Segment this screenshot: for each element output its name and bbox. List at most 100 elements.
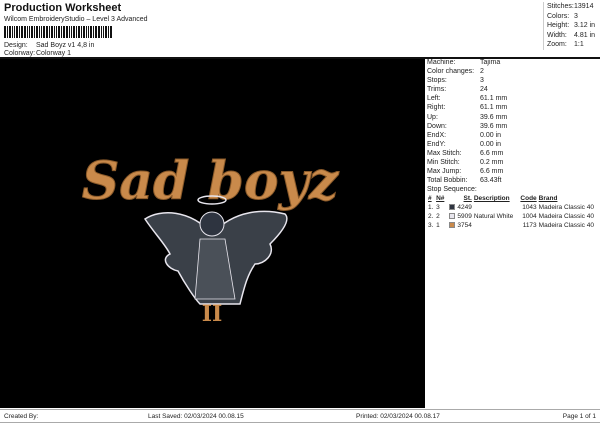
barcode-bar: [66, 26, 68, 38]
barcode-bar: [36, 26, 38, 38]
printed-date: Printed: 02/03/2024 00.08.17: [356, 413, 440, 420]
machine-row: EndY: 0.00 in: [427, 140, 600, 149]
thread-code: 1004: [522, 213, 537, 221]
angel-graphic: [143, 195, 288, 305]
machine-value: 0.00 in: [480, 140, 502, 148]
barcode-bar: [98, 26, 100, 38]
machine-row: Stops: 3: [427, 76, 600, 85]
barcode-bar: [24, 26, 26, 38]
column-header: Description: [473, 195, 510, 203]
barcode-bar: [86, 26, 87, 38]
machine-value: 6.6 mm: [480, 168, 504, 176]
machine-value: 2: [480, 68, 484, 76]
machine-row: Machine: Tajima: [427, 58, 600, 67]
barcode-bar: [58, 26, 60, 38]
barcode-bar: [39, 26, 40, 38]
stat-label: Height:: [547, 22, 570, 29]
stitch-count: 3754: [457, 222, 472, 230]
barcode-bar: [34, 26, 35, 38]
stat-value: 3.12 in: [574, 22, 596, 29]
stat-row: Stitches: 13914: [544, 2, 600, 12]
color-swatch: [449, 204, 456, 211]
machine-label: Machine:: [427, 59, 456, 66]
design-preview: Sad boyz II: [0, 59, 425, 408]
stat-label: Colors:: [547, 12, 570, 20]
machine-value: 39.6 mm: [480, 113, 508, 121]
machine-info-panel: Machine: Tajima Color changes: 2 Stops: 3 Trim…: [427, 58, 600, 230]
machine-value: 3: [480, 77, 484, 85]
barcode-bar: [9, 26, 11, 38]
machine-label: EndX:: [427, 131, 447, 139]
footer: Created By: Last Saved: 02/03/2024 00.08…: [0, 409, 600, 423]
barcode-bar: [105, 26, 107, 38]
machine-row: EndX: 0.00 in: [427, 131, 600, 140]
machine-value: 63.43ft: [480, 177, 502, 185]
design-value: Sad Boyz v1 4,8 in: [36, 42, 95, 49]
colorway-label: Colorway:: [4, 50, 36, 57]
design-text-ii: II: [202, 301, 223, 327]
last-saved: Last Saved: 02/03/2024 00.08.15: [148, 413, 244, 420]
machine-row: Right: 61.1 mm: [427, 103, 600, 112]
machine-value: 61.1 mm: [480, 104, 508, 112]
column-header: Brand: [538, 195, 558, 203]
design-label: Design:: [4, 42, 28, 49]
stat-value: 13914: [574, 3, 594, 10]
machine-label: Color changes:: [427, 68, 475, 76]
colorway-value: Colorway 1: [36, 50, 72, 57]
machine-value: 0.00 in: [480, 131, 502, 139]
column-header: St.: [463, 195, 472, 203]
stat-row: Width: 4.81 in: [544, 31, 600, 41]
software-name: Wilcom EmbroideryStudio – Level 3 Advanc…: [4, 16, 148, 23]
machine-row: Color changes: 2: [427, 67, 600, 76]
barcode-bar: [69, 26, 70, 38]
column-header: #: [428, 195, 432, 203]
stop-sequence-label: Stop Sequence:: [427, 186, 477, 194]
description: [473, 221, 518, 230]
barcode-bar: [76, 26, 77, 38]
machine-value: 6.6 mm: [480, 149, 504, 157]
machine-row: Max Stitch: 6.6 mm: [427, 149, 600, 158]
barcode-bar: [14, 26, 15, 38]
barcode-bar: [46, 26, 48, 38]
machine-row: Down: 39.6 mm: [427, 122, 600, 131]
machine-row: Trims: 24: [427, 85, 600, 94]
barcode-bar: [49, 26, 50, 38]
stat-label: Stitches:: [547, 3, 574, 10]
row-index: 3.: [428, 222, 434, 230]
description: [473, 203, 518, 212]
machine-label: Total Bobbin:: [427, 177, 468, 185]
stat-row: Colors: 3: [544, 12, 600, 22]
column-header: N#: [436, 195, 445, 203]
barcode-bar: [93, 26, 94, 38]
thread-brand: Madeira Classic 40: [538, 222, 594, 230]
stat-label: Zoom:: [547, 41, 567, 48]
machine-label: Max Jump:: [427, 168, 462, 176]
stitch-count: 5909: [457, 213, 472, 221]
machine-label: Left:: [427, 95, 441, 103]
stat-row: Zoom: 1:1: [544, 40, 600, 50]
barcode-bar: [41, 26, 42, 38]
machine-row: Left: 61.1 mm: [427, 94, 600, 103]
barcode-bar: [88, 26, 89, 38]
machine-value: 39.6 mm: [480, 122, 508, 130]
stat-row: Height: 3.12 in: [544, 21, 600, 31]
barcode-bar: [61, 26, 62, 38]
machine-row: Min Stitch: 0.2 mm: [427, 158, 600, 167]
page-number: Page 1 of 1: [562, 413, 596, 420]
stats-box: Stitches: 13914 Colors: 3 Height: 3.12 in W…: [543, 2, 600, 50]
barcode-bar: [110, 26, 112, 38]
machine-value: Tajima: [480, 59, 501, 66]
barcode-bar: [21, 26, 23, 38]
barcode-bar: [71, 26, 72, 38]
machine-label: Max Stitch:: [427, 149, 462, 157]
barcode-bar: [7, 26, 8, 38]
machine-label: Down:: [427, 122, 447, 130]
needle-number: 1: [436, 222, 440, 230]
table-row: 2. 2 5909 Natural White 1004 Madeira Classic …: [427, 212, 600, 221]
machine-label: Up:: [427, 113, 438, 121]
thread-code: 1173: [522, 222, 537, 230]
row-index: 1.: [428, 204, 434, 212]
barcode-bar: [83, 26, 85, 38]
barcode-bar: [19, 26, 20, 38]
thread-brand: Madeira Classic 40: [538, 213, 594, 221]
